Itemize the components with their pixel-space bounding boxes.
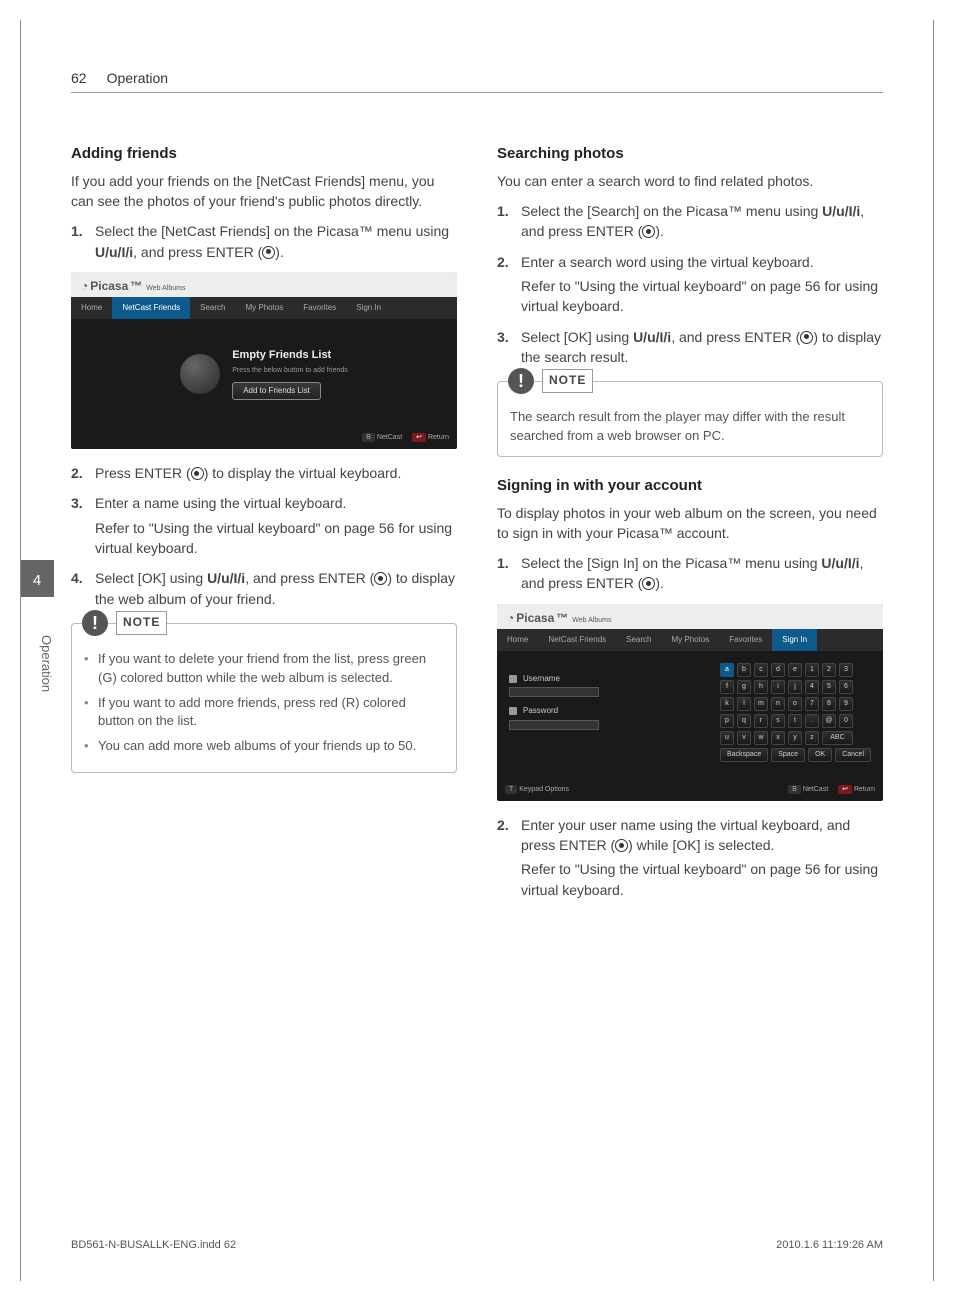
enter-icon [262,246,275,259]
enter-icon [642,225,655,238]
adding-friends-intro: If you add your friends on the [NetCast … [71,171,457,212]
screenshot-signin: ◔Picasa™Web Albums Home NetCast Friends … [497,604,883,801]
nav-symbols: U/u/I/i [633,329,671,345]
picasa-logo: ◔Picasa™Web Albums [81,278,185,295]
username-label: Username [523,673,560,685]
heading-adding-friends: Adding friends [71,143,457,165]
note-item-2: If you want to add more friends, press r… [84,694,444,732]
note-item-1: If you want to delete your friend from t… [84,650,444,688]
add-friends-button: Add to Friends List [232,382,321,400]
signin-step-2: 2. Enter your user name using the virtua… [497,815,883,900]
password-input [509,720,599,730]
nav-symbols: U/u/I/i [821,555,859,571]
adding-step-3: 3. Enter a name using the virtual keyboa… [71,493,457,558]
searching-intro: You can enter a search word to find rela… [497,171,883,191]
search-step-2: 2. Enter a search word using the virtual… [497,252,883,317]
enter-icon [615,839,628,852]
search-step-2-sub: Refer to "Using the virtual keyboard" on… [521,276,883,317]
empty-list-subtitle: Press the below button to add friends [232,366,348,376]
username-input [509,687,599,697]
right-column: Searching photos You can enter a search … [497,143,883,910]
note-icon: ! [508,368,534,394]
signin-intro: To display photos in your web album on t… [497,503,883,544]
screenshot-friends-list: ◔Picasa™Web Albums Home NetCast Friends … [71,272,457,449]
footer-timestamp: 2010.1.6 11:19:26 AM [776,1239,883,1251]
password-label: Password [523,705,558,717]
enter-icon [191,467,204,480]
page-header: 62 Operation [71,70,883,93]
picasa-tabs: Home NetCast Friends Search My Photos Fa… [71,297,457,319]
nav-symbols: U/u/I/i [822,203,860,219]
picasa-logo: ◔Picasa™Web Albums [507,610,611,627]
page-footer: BD561-N-BUSALLK-ENG.indd 62 2010.1.6 11:… [71,1239,883,1251]
page-number: 62 [71,70,87,86]
nav-symbols: U/u/I/i [95,244,133,260]
nav-symbols: U/u/I/i [207,570,245,586]
enter-icon [374,572,387,585]
note-box-friends: ! NOTE If you want to delete your friend… [71,623,457,773]
user-icon [509,675,517,683]
note-label: NOTE [542,369,593,392]
note-icon: ! [82,610,108,636]
adding-step-4: 4. Select [OK] using U/u/I/i, and press … [71,568,457,609]
empty-list-title: Empty Friends List [232,348,348,364]
note-search-text: The search result from the player may di… [510,409,845,443]
adding-step-1: 1. Select the [NetCast Friends] on the P… [71,221,457,262]
page-body: 62 Operation Adding friends If you add y… [20,20,934,1281]
adding-step-3-sub: Refer to "Using the virtual keyboard" on… [95,518,457,559]
virtual-keyboard: a b c d e 1 2 3 fghij456 [720,663,871,769]
left-column: Adding friends If you add your friends o… [71,143,457,910]
search-step-3: 3. Select [OK] using U/u/I/i, and press … [497,327,883,368]
placeholder-avatar-icon [180,354,220,394]
enter-icon [800,331,813,344]
signin-step-1: 1. Select the [Sign In] on the Picasa™ m… [497,553,883,594]
search-step-1: 1. Select the [Search] on the Picasa™ me… [497,201,883,242]
header-section: Operation [107,70,168,86]
note-item-3: You can add more web albums of your frie… [84,737,444,756]
enter-icon [642,577,655,590]
adding-step-2: 2. Press ENTER () to display the virtual… [71,463,457,483]
footer-filename: BD561-N-BUSALLK-ENG.indd 62 [71,1239,236,1251]
note-label: NOTE [116,611,167,634]
heading-searching-photos: Searching photos [497,143,883,165]
lock-icon [509,707,517,715]
heading-signing-in: Signing in with your account [497,475,883,497]
note-box-search: ! NOTE The search result from the player… [497,381,883,457]
signin-step-2-sub: Refer to "Using the virtual keyboard" on… [521,859,883,900]
picasa-tabs: Home NetCast Friends Search My Photos Fa… [497,629,883,651]
